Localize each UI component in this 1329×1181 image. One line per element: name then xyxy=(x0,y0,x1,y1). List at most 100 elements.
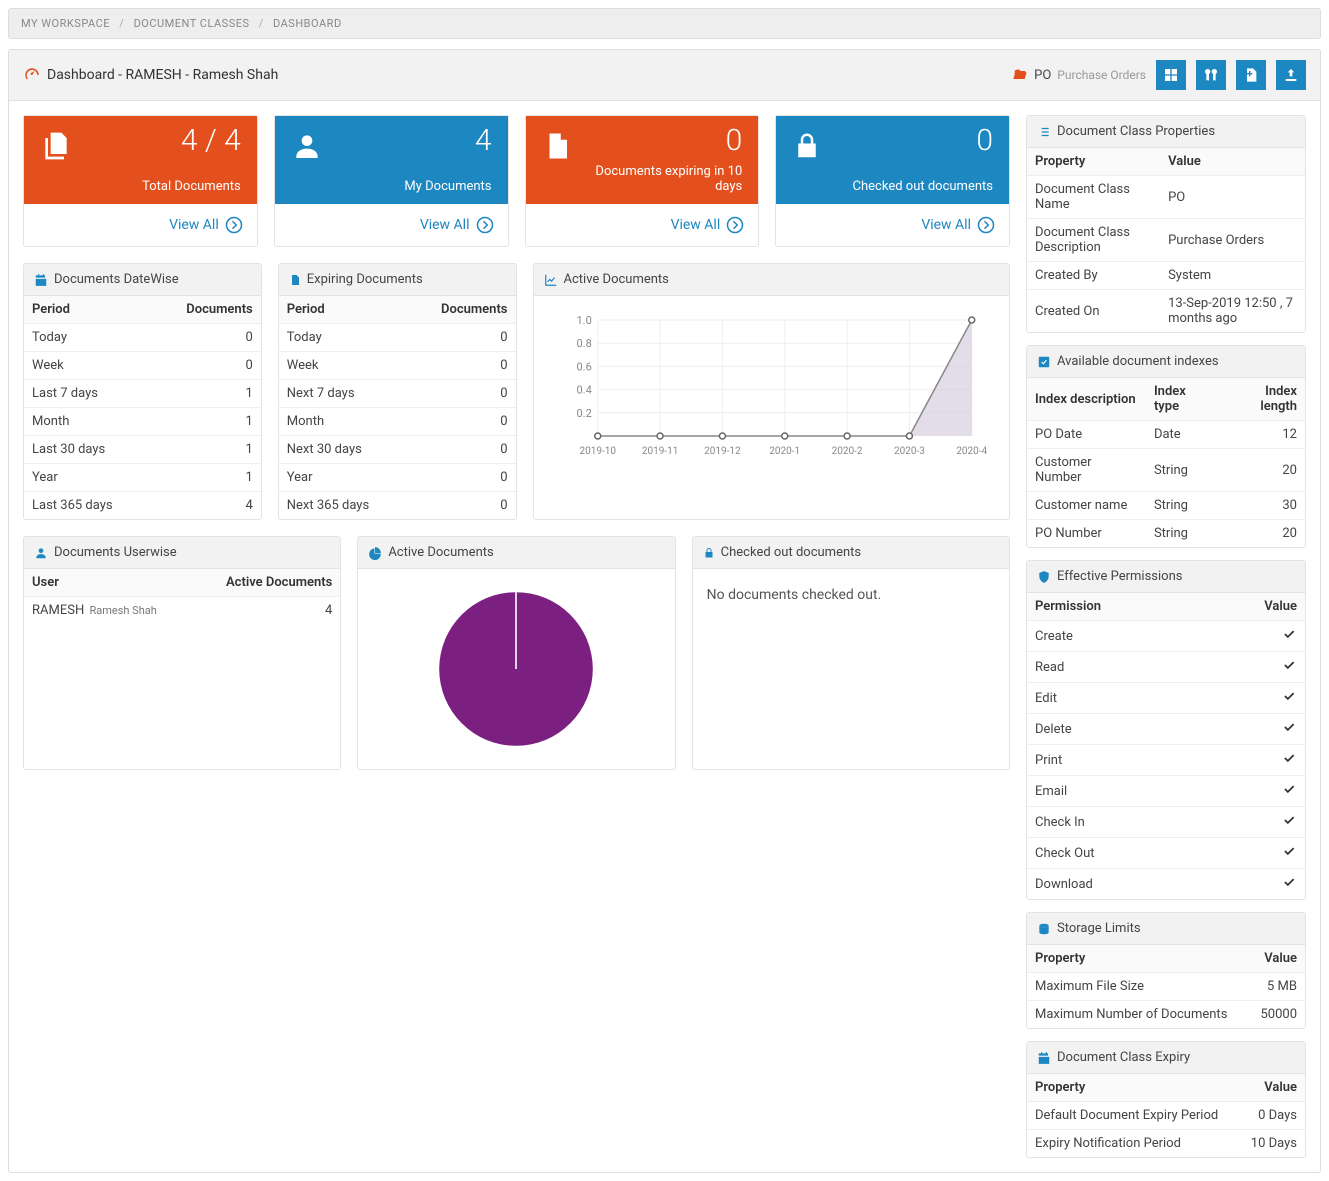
table-row: Edit xyxy=(1027,683,1305,714)
svg-text:0.8: 0.8 xyxy=(576,337,591,350)
svg-text:2020-2: 2020-2 xyxy=(831,446,862,457)
datewise-table: Period Documents Today0Week0Last 7 days1… xyxy=(24,296,261,519)
stat-checked-out: 0 Checked out documents View All xyxy=(775,115,1010,247)
line-chart-icon xyxy=(544,273,558,287)
check-square-icon xyxy=(1037,355,1051,369)
check-icon xyxy=(1201,652,1305,683)
table-row: Document Class NamePO xyxy=(1027,176,1305,219)
check-icon xyxy=(1201,683,1305,714)
lock-icon xyxy=(792,126,822,194)
table-row: Default Document Expiry Period0 Days xyxy=(1027,1102,1305,1130)
table-row: Create xyxy=(1027,621,1305,652)
table-row: Maximum File Size5 MB xyxy=(1027,973,1305,1001)
check-icon xyxy=(1201,621,1305,652)
table-row: Today0 xyxy=(24,324,261,352)
table-row: Check In xyxy=(1027,807,1305,838)
table-row: PO DateDate12 xyxy=(1027,421,1305,449)
breadcrumb: MY WORKSPACE / DOCUMENT CLASSES / DASHBO… xyxy=(8,8,1321,39)
check-icon xyxy=(1201,745,1305,776)
table-row: Last 30 days1 xyxy=(24,436,261,464)
stat-my-documents: 4 My Documents View All xyxy=(274,115,509,247)
table-row: Last 365 days4 xyxy=(24,492,261,520)
stat-total-documents: 4 / 4 Total Documents View All xyxy=(23,115,258,247)
checked-out-empty: No documents checked out. xyxy=(693,569,1009,621)
svg-text:0.4: 0.4 xyxy=(576,384,591,397)
calendar-icon xyxy=(1037,1051,1051,1065)
available-indexes-panel: Available document indexes Index descrip… xyxy=(1026,345,1306,548)
check-icon xyxy=(1201,776,1305,807)
svg-text:2019-10: 2019-10 xyxy=(579,446,616,457)
list-icon xyxy=(1037,125,1051,139)
properties-table: Property Value Document Class NamePODocu… xyxy=(1027,148,1305,332)
indexes-table: Index description Index type Index lengt… xyxy=(1027,378,1305,547)
userwise-table: User Active Documents RAMESH Ramesh Shah… xyxy=(24,569,340,624)
table-row: Download xyxy=(1027,869,1305,900)
table-row: PO NumberString20 xyxy=(1027,520,1305,548)
table-row: RAMESH Ramesh Shah4 xyxy=(24,597,340,625)
new-document-button[interactable] xyxy=(1236,60,1266,90)
disk-icon xyxy=(1037,922,1051,936)
table-row: Document Class DescriptionPurchase Order… xyxy=(1027,219,1305,262)
lock-icon xyxy=(703,546,715,560)
documents-userwise-panel: Documents Userwise User Active Documents… xyxy=(23,536,341,770)
table-row: Maximum Number of Documents50000 xyxy=(1027,1001,1305,1029)
breadcrumb-workspace[interactable]: MY WORKSPACE xyxy=(21,17,110,30)
active-documents-pie-panel: Active Documents xyxy=(357,536,675,770)
breadcrumb-document-classes[interactable]: DOCUMENT CLASSES xyxy=(134,17,250,30)
page-title: Dashboard - RAMESH - Ramesh Shah xyxy=(47,67,278,83)
table-row: Month1 xyxy=(24,408,261,436)
view-all-mine[interactable]: View All xyxy=(420,216,494,234)
table-row: Created BySystem xyxy=(1027,262,1305,290)
table-row: Year0 xyxy=(279,464,516,492)
grid-view-button[interactable] xyxy=(1156,60,1186,90)
permissions-table: Permission Value CreateReadEditDeletePri… xyxy=(1027,593,1305,899)
stat-expiring-documents: 0 Documents expiring in 10 days View All xyxy=(525,115,760,247)
table-row: Next 7 days0 xyxy=(279,380,516,408)
storage-table: Property Value Maximum File Size5 MBMaxi… xyxy=(1027,945,1305,1028)
svg-text:0.6: 0.6 xyxy=(576,360,591,373)
svg-text:0.2: 0.2 xyxy=(576,407,591,420)
table-row: Read xyxy=(1027,652,1305,683)
expiry-table: Property Value Default Document Expiry P… xyxy=(1027,1074,1305,1157)
document-class-properties-panel: Document Class Properties Property Value… xyxy=(1026,115,1306,333)
expiring-table: Period Documents Today0Week0Next 7 days0… xyxy=(279,296,516,519)
table-row: Week0 xyxy=(279,352,516,380)
breadcrumb-dashboard: DASHBOARD xyxy=(273,17,342,30)
svg-text:2020-3: 2020-3 xyxy=(893,446,924,457)
table-row: Print xyxy=(1027,745,1305,776)
svg-text:2020-1: 2020-1 xyxy=(769,446,800,457)
svg-text:2019-11: 2019-11 xyxy=(641,446,677,457)
shield-icon xyxy=(1037,570,1051,584)
table-row: Created On13-Sep-2019 12:50 , 7 months a… xyxy=(1027,290,1305,333)
svg-text:2020-4: 2020-4 xyxy=(956,446,987,457)
table-row: Week0 xyxy=(24,352,261,380)
view-all-expiring[interactable]: View All xyxy=(671,216,745,234)
check-icon xyxy=(1201,869,1305,900)
check-icon xyxy=(1201,807,1305,838)
expiring-documents-panel: Expiring Documents Period Documents Toda… xyxy=(278,263,517,520)
folder-open-icon xyxy=(1012,67,1028,83)
view-all-total[interactable]: View All xyxy=(169,216,243,234)
dashboard-icon xyxy=(23,66,41,84)
table-row: Email xyxy=(1027,776,1305,807)
check-icon xyxy=(1201,714,1305,745)
dashboard-header: Dashboard - RAMESH - Ramesh Shah PO Purc… xyxy=(9,50,1320,101)
table-row: Customer NumberString20 xyxy=(1027,449,1305,492)
table-row: Delete xyxy=(1027,714,1305,745)
documents-icon xyxy=(40,126,72,194)
pie-chart-icon xyxy=(368,546,382,560)
checked-out-panel: Checked out documents No documents check… xyxy=(692,536,1010,770)
table-row: Customer nameString30 xyxy=(1027,492,1305,520)
svg-text:2019-12: 2019-12 xyxy=(704,446,741,457)
svg-text:1.0: 1.0 xyxy=(576,314,591,327)
upload-button[interactable] xyxy=(1276,60,1306,90)
table-row: Next 30 days0 xyxy=(279,436,516,464)
check-icon xyxy=(1201,838,1305,869)
document-icon xyxy=(542,126,572,194)
search-button[interactable] xyxy=(1196,60,1226,90)
effective-permissions-panel: Effective Permissions Permission Value C… xyxy=(1026,560,1306,900)
storage-limits-panel: Storage Limits Property Value Maximum Fi… xyxy=(1026,912,1306,1029)
user-icon xyxy=(34,546,48,560)
view-all-checked[interactable]: View All xyxy=(921,216,995,234)
calendar-icon xyxy=(34,273,48,287)
